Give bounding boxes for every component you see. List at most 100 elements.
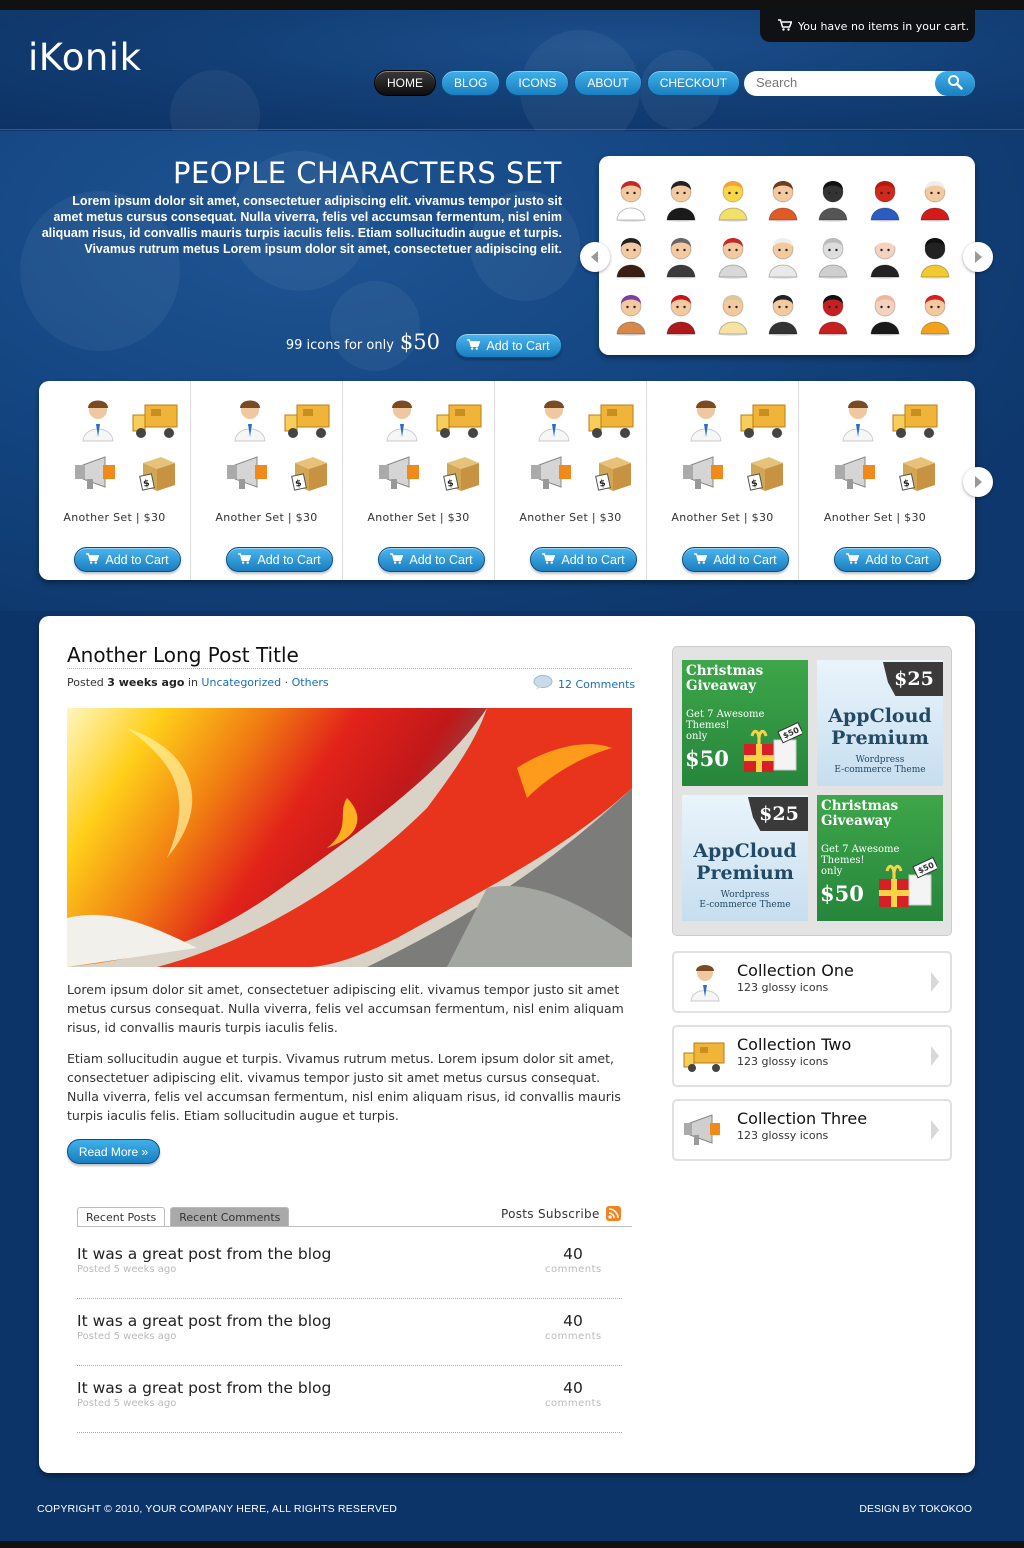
cart-icon [542, 552, 556, 567]
recent-post-item[interactable]: It was a great post from the blog Posted… [77, 1232, 622, 1299]
nav-checkout[interactable]: CHECKOUT [646, 70, 741, 96]
top-bar [0, 0, 1024, 10]
recent-post-comment-label: comments [545, 1398, 602, 1409]
set-label: Another Set | $30 [823, 511, 927, 524]
tab-recent-comments[interactable]: Recent Comments [170, 1207, 290, 1227]
person-character-icon[interactable] [613, 288, 649, 336]
ad-title: Giveaway [686, 678, 757, 694]
person-character-icon[interactable] [765, 231, 801, 279]
ad-price: $50 [685, 746, 729, 771]
recent-post-date: Posted 5 weeks ago [77, 1264, 177, 1275]
main-content: Another Long Post Title Posted 3 weeks a… [39, 616, 975, 1473]
megaphone-icon [73, 453, 123, 497]
hero-add-to-cart-button[interactable]: Add to Cart [455, 333, 562, 358]
posts-subscribe-link[interactable]: Posts Subscribe [501, 1206, 621, 1221]
ad-christmas-giveaway[interactable]: Christmas Giveaway Get 7 Awesome Themes! on… [817, 795, 943, 921]
post-paragraph: Lorem ipsum dolor sit amet, consectetuer… [67, 982, 624, 1035]
search-box [744, 71, 975, 96]
person-character-icon[interactable] [613, 231, 649, 279]
collection-two[interactable]: Collection Two 123 glossy icons [672, 1025, 952, 1087]
set-add-to-cart-button[interactable]: Add to Cart [226, 547, 333, 572]
set-card: $ Another Set | $30 Add to Cart [343, 381, 495, 580]
cart-status[interactable]: You have no items in your cart. [760, 10, 975, 42]
package-box-icon: $ [287, 451, 331, 499]
recent-post-item[interactable]: It was a great post from the blog Posted… [77, 1366, 622, 1433]
set-label: Another Set | $30 [367, 511, 470, 524]
ad-christmas-giveaway[interactable]: Christmas Giveaway Get 7 Awesome Themes! on… [682, 660, 808, 786]
set-add-to-cart-button[interactable]: Add to Cart [834, 547, 941, 572]
subscribe-label: Posts Subscribe [501, 1206, 600, 1221]
set-card: $ Another Set | $30 Add to Cart [39, 381, 191, 580]
set-card: $ Another Set | $30 Add to Cart [495, 381, 647, 580]
person-character-icon[interactable] [867, 288, 903, 336]
person-character-icon[interactable] [867, 231, 903, 279]
nav-home[interactable]: HOME [374, 70, 436, 96]
support-agent-icon [835, 397, 881, 447]
person-character-icon[interactable] [867, 174, 903, 222]
ad-subtitle: E-commerce Theme [699, 900, 791, 910]
person-character-icon[interactable] [613, 174, 649, 222]
person-character-icon[interactable] [715, 174, 751, 222]
person-character-icon[interactable] [917, 231, 953, 279]
nav-icons[interactable]: ICONS [505, 70, 570, 96]
person-character-icon[interactable] [815, 231, 851, 279]
person-character-icon[interactable] [765, 288, 801, 336]
cart-icon [846, 552, 860, 567]
person-character-icon[interactable] [663, 174, 699, 222]
speech-bubble-icon [533, 675, 553, 693]
showcase-next-button[interactable] [963, 242, 993, 272]
category-link-uncategorized[interactable]: Uncategorized [201, 676, 281, 689]
megaphone-icon [681, 453, 731, 497]
set-label: Another Set | $30 [215, 511, 318, 524]
tab-recent-posts[interactable]: Recent Posts [77, 1207, 166, 1227]
recent-post-title[interactable]: It was a great post from the blog [77, 1379, 331, 1397]
site-logo[interactable]: iKonik [28, 36, 142, 79]
icon-sets-carousel: $ Another Set | $30 Add to Cart $ Another… [39, 381, 975, 580]
person-character-icon[interactable] [815, 174, 851, 222]
person-character-icon[interactable] [917, 288, 953, 336]
comments-count: 12 Comments [558, 677, 636, 691]
nav-about[interactable]: ABOUT [574, 70, 642, 96]
package-box-icon: $ [439, 451, 483, 499]
post-featured-image[interactable] [67, 708, 632, 967]
ad-appcloud-premium[interactable]: $25 AppCloud Premium Wordpress E-commerce … [682, 795, 808, 921]
delivery-truck-icon [283, 399, 333, 447]
person-character-icon[interactable] [765, 174, 801, 222]
set-add-to-cart-button[interactable]: Add to Cart [74, 547, 181, 572]
person-character-icon[interactable] [663, 288, 699, 336]
recent-post-title[interactable]: It was a great post from the blog [77, 1245, 331, 1263]
search-input[interactable] [756, 75, 926, 90]
recent-post-comment-count: 40 [563, 1312, 583, 1330]
person-character-icon[interactable] [663, 231, 699, 279]
recent-post-comment-count: 40 [563, 1245, 583, 1263]
set-add-to-cart-button[interactable]: Add to Cart [682, 547, 789, 572]
person-character-icon[interactable] [715, 288, 751, 336]
set-add-to-cart-button[interactable]: Add to Cart [378, 547, 485, 572]
ad-appcloud-premium[interactable]: $25 AppCloud Premium Wordpress E-commerce … [817, 660, 943, 786]
nav-blog[interactable]: BLOG [441, 70, 501, 96]
read-more-button[interactable]: Read More » [67, 1139, 160, 1164]
collection-three[interactable]: Collection Three 123 glossy icons [672, 1099, 952, 1161]
gift-box-icon: $50 [740, 721, 804, 782]
person-character-icon[interactable] [815, 288, 851, 336]
footer-design-credit[interactable]: DESIGN BY TOKOKOO [800, 1503, 972, 1515]
person-character-icon[interactable] [715, 231, 751, 279]
collection-title: Collection Three [737, 1109, 868, 1128]
sets-next-button[interactable] [963, 467, 993, 497]
collection-one[interactable]: Collection One 123 glossy icons [672, 951, 952, 1013]
recent-post-item[interactable]: It was a great post from the blog Posted… [77, 1299, 622, 1366]
showcase-prev-button[interactable] [580, 242, 610, 272]
hero-add-to-cart-label: Add to Cart [486, 338, 550, 353]
comments-link[interactable]: 12 Comments [533, 675, 635, 693]
search-button[interactable] [935, 71, 975, 96]
ad-title: AppCloud [828, 705, 932, 727]
post-title[interactable]: Another Long Post Title [67, 643, 299, 667]
ad-subtitle: only [821, 866, 843, 877]
megaphone-icon [377, 453, 427, 497]
set-add-to-cart-button[interactable]: Add to Cart [530, 547, 637, 572]
person-character-icon[interactable] [917, 174, 953, 222]
category-link-others[interactable]: Others [292, 676, 329, 689]
recent-post-title[interactable]: It was a great post from the blog [77, 1312, 331, 1330]
character-icons-showcase [599, 156, 975, 355]
chevron-right-icon [973, 473, 983, 492]
